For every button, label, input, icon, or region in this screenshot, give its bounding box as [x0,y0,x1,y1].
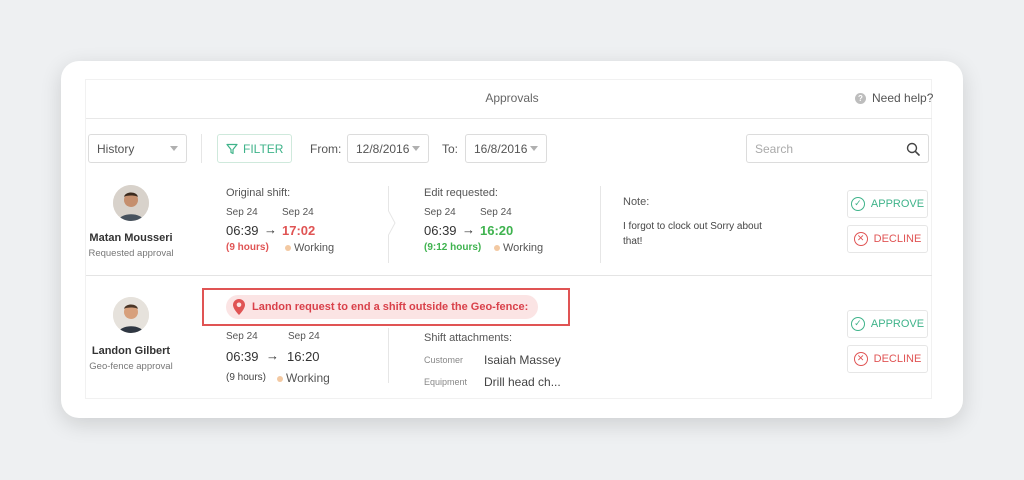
chevron-down-icon [530,146,538,151]
approve-label: APPROVE [870,198,925,210]
shift-duration: (9 hours) [226,372,267,383]
column-divider [600,186,601,263]
status-dot-icon [277,375,283,382]
from-date-value: 12/8/2016 [356,141,410,156]
decline-label: DECLINE [873,233,922,245]
geofence-alert-text: Landon request to end a shift outside th… [252,301,529,313]
edit-end-date: Sep 24 [480,207,512,218]
chevron-down-icon [412,146,420,151]
shift-end-time: 17:02 [282,223,316,238]
equipment-label: Equipment [424,377,468,387]
shift-start-time: 06:39 [226,223,259,238]
arrow-right-icon: → [266,348,279,363]
shift-start-time: 06:39 [226,349,259,364]
shift-end-time: 16:20 [287,349,320,364]
filter-button[interactable]: FILTER [217,134,293,163]
avatar [113,185,149,221]
to-label: To: [442,142,459,156]
edit-start-date: Sep 24 [424,207,456,218]
toolbar-divider [201,134,202,163]
edit-start-time: 06:39 [424,223,457,238]
from-label: From: [310,142,342,156]
status-label: Working [294,242,335,254]
request-type: Geo-fence approval [89,361,173,372]
employee-name: Landon Gilbert [91,345,171,357]
attachments-label: Shift attachments: [424,332,513,344]
status-dot-icon [494,245,500,252]
shift-duration: (9 hours) [226,242,269,253]
need-help-label: Need help? [872,91,934,105]
close-icon: ✕ [853,232,868,246]
note-label: Note: [623,196,650,208]
geofence-alert: Landon request to end a shift outside th… [202,288,570,326]
request-type: Requested approval [88,248,174,259]
geofence-alert-pill: Landon request to end a shift outside th… [226,295,539,319]
shift-end-date: Sep 24 [282,207,314,218]
history-select-value: History [97,141,135,156]
status-label: Working [286,371,330,385]
help-icon: ? [855,92,866,104]
approve-button[interactable]: ✓ APPROVE [847,310,928,338]
status-dot-icon [285,245,291,252]
status-badge: Working [494,242,543,254]
search-placeholder: Search [755,141,794,156]
map-pin-icon [233,299,245,315]
approve-button[interactable]: ✓ APPROVE [847,190,928,218]
customer-value: Isaiah Massey [484,353,561,367]
check-icon: ✓ [850,197,865,211]
row-divider [86,275,932,276]
status-badge: Working [285,242,334,254]
edit-end-time: 16:20 [480,223,514,238]
to-date-picker[interactable]: 16/8/2016 [465,134,547,163]
filter-icon [226,143,238,154]
need-help-link[interactable]: ? Need help? [855,91,988,105]
to-date-value: 16/8/2016 [474,141,528,156]
approve-label: APPROVE [870,318,925,330]
chevron-down-icon [170,146,178,151]
shift-start-date: Sep 24 [226,207,258,218]
arrow-right-icon: → [462,222,475,237]
header-divider [86,118,932,119]
employee-name: Matan Mousseri [89,232,173,244]
shift-end-date: Sep 24 [288,331,320,342]
search-input[interactable]: Search [746,134,929,163]
note-text: I forgot to clock out Sorry about that! [623,221,762,247]
close-icon: ✕ [853,352,868,366]
edit-requested-label: Edit requested: [424,187,498,199]
customer-label: Customer [424,355,464,365]
decline-label: DECLINE [873,353,922,365]
approvals-panel [85,79,932,399]
check-icon: ✓ [850,317,865,331]
decline-button[interactable]: ✕ DECLINE [847,225,928,253]
shift-start-date: Sep 24 [226,331,258,342]
column-divider [388,328,389,383]
decline-button[interactable]: ✕ DECLINE [847,345,928,373]
history-select[interactable]: History [88,134,187,163]
from-date-picker[interactable]: 12/8/2016 [347,134,429,163]
avatar [113,297,149,333]
original-shift-label: Original shift: [226,187,291,199]
status-label: Working [503,242,544,254]
edit-duration: (9:12 hours) [424,242,482,253]
search-icon [906,142,920,156]
status-badge: Working [277,371,330,385]
page-title: Approvals [485,91,539,105]
filter-label: FILTER [243,141,284,156]
chevron-right-icon [388,210,396,236]
equipment-value: Drill head ch... [484,375,561,389]
arrow-right-icon: → [264,222,277,237]
